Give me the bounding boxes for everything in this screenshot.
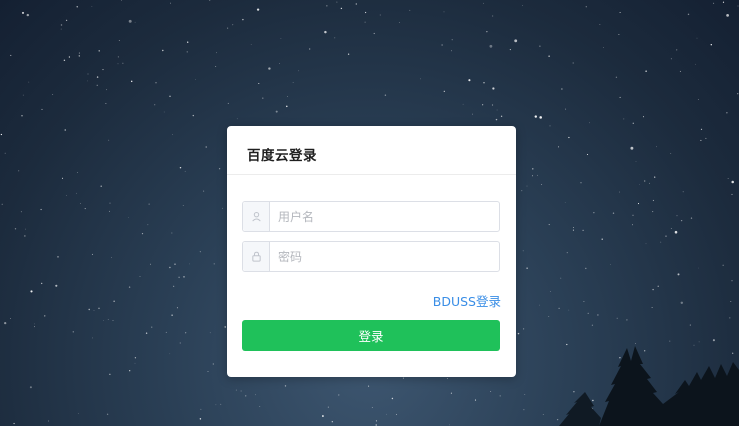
- password-input[interactable]: [270, 242, 499, 271]
- password-field[interactable]: [242, 241, 500, 272]
- page-title: 百度云登录: [247, 148, 317, 164]
- tree-silhouette: [559, 346, 739, 426]
- bduss-login-link[interactable]: BDUSS登录: [433, 291, 501, 310]
- login-button[interactable]: 登录: [242, 320, 500, 351]
- lock-icon: [243, 242, 270, 271]
- username-input[interactable]: [270, 202, 499, 231]
- user-icon: [243, 202, 270, 231]
- login-card: 百度云登录 BDUSS登录 登录: [227, 126, 516, 377]
- username-field[interactable]: [242, 201, 500, 232]
- card-header: 百度云登录: [227, 126, 516, 175]
